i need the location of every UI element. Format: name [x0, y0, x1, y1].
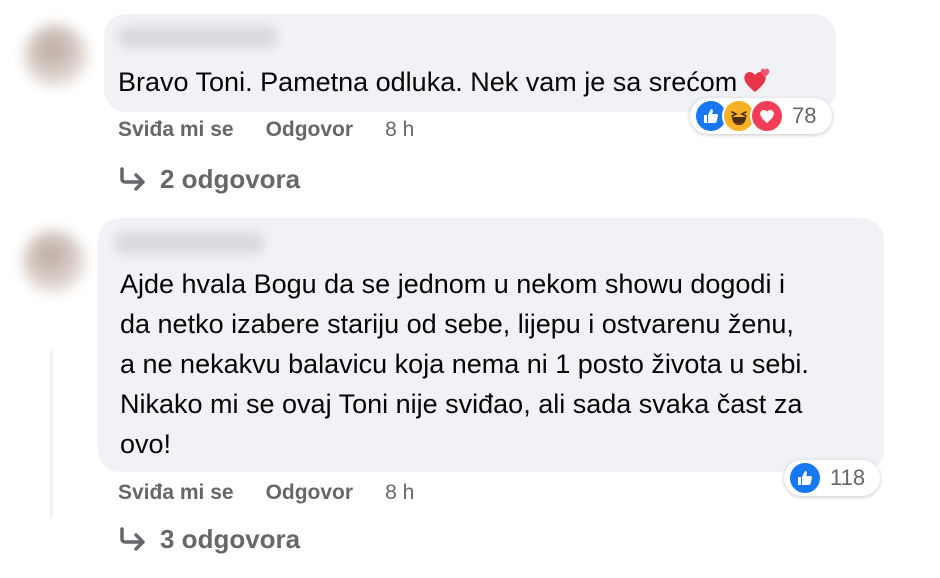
comment-actions: Sviđa mi se Odgovor 8 h — [118, 118, 414, 142]
comment-text-body: Bravo Toni. Pametna odluka. Nek vam je s… — [118, 67, 738, 97]
replies-count-label: 3 odgovora — [160, 524, 301, 554]
reply-button[interactable]: Odgovor — [266, 118, 354, 142]
like-icon — [788, 461, 822, 495]
comment-text: Bravo Toni. Pametna odluka. Nek vam je s… — [118, 62, 828, 102]
comment-actions: Sviđa mi se Odgovor 8 h — [118, 481, 414, 505]
view-replies-link[interactable]: 3 odgovora — [118, 524, 300, 555]
reactions-summary[interactable]: 118 — [784, 460, 880, 496]
timestamp[interactable]: 8 h — [385, 118, 414, 142]
author-name-blurred[interactable] — [118, 26, 278, 48]
reaction-count: 118 — [830, 465, 866, 490]
comment-text: Ajde hvala Bogu da se jednom u nekom sho… — [120, 269, 809, 459]
author-name-blurred[interactable] — [114, 232, 264, 254]
avatar[interactable] — [24, 24, 88, 88]
comments-section: Bravo Toni. Pametna odluka. Nek vam je s… — [0, 0, 940, 578]
like-button[interactable]: Sviđa mi se — [118, 481, 234, 505]
love-icon — [750, 99, 784, 133]
thread-connector-line — [50, 350, 53, 518]
reactions-summary[interactable]: 78 — [690, 98, 832, 134]
reply-arrow-icon — [120, 166, 145, 191]
reaction-count: 78 — [792, 103, 817, 128]
timestamp[interactable]: 8 h — [385, 481, 414, 505]
like-button[interactable]: Sviđa mi se — [118, 118, 234, 142]
view-replies-link[interactable]: 2 odgovora — [118, 164, 300, 195]
comment-bubble: Ajde hvala Bogu da se jednom u nekom sho… — [98, 218, 884, 472]
replies-count-label: 2 odgovora — [160, 164, 301, 194]
reply-button[interactable]: Odgovor — [266, 481, 354, 505]
avatar[interactable] — [22, 230, 86, 294]
two-hearts-icon — [744, 68, 770, 92]
reply-arrow-icon — [120, 526, 145, 551]
